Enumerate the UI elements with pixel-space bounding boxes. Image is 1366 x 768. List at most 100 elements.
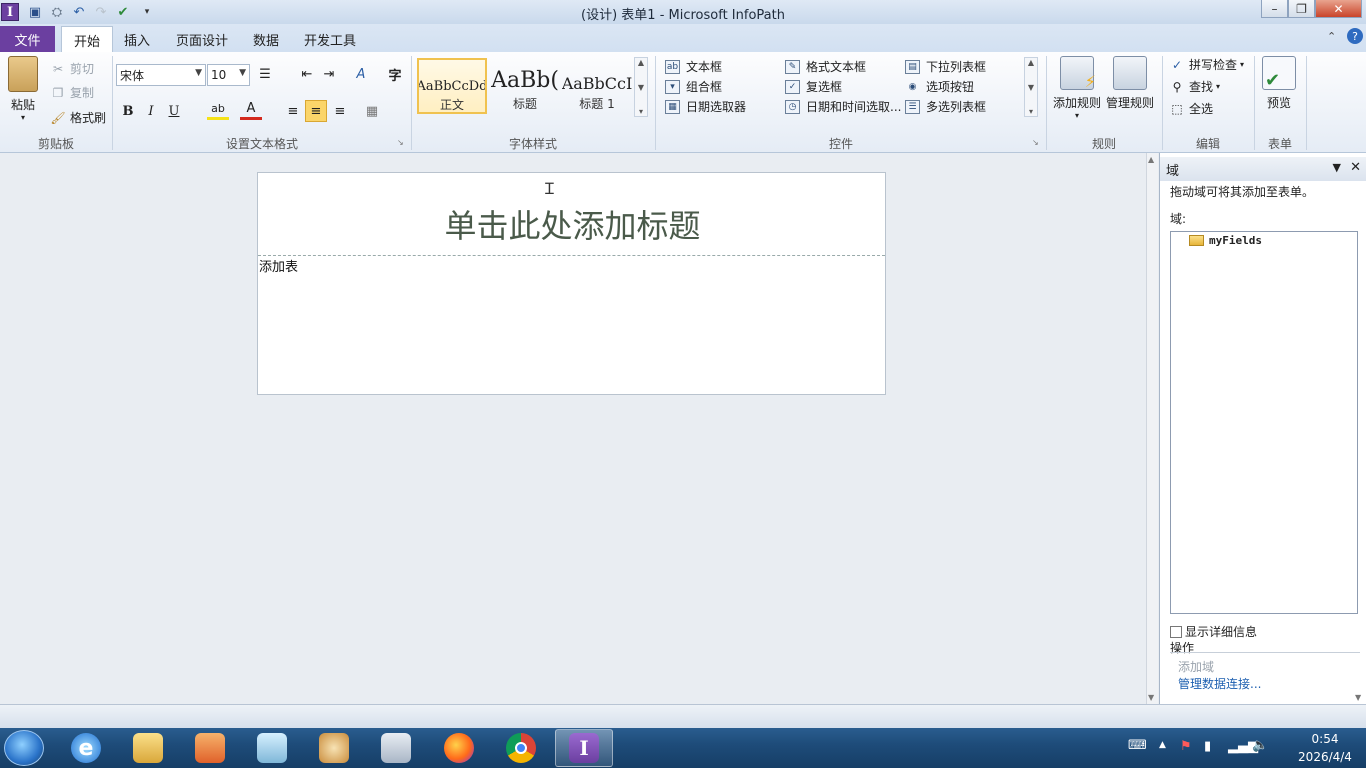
dialog-launcher-icon[interactable]: ↘: [1032, 138, 1039, 147]
controls-gallery-scroll[interactable]: ▲ ▼ ▾: [1024, 57, 1038, 117]
preview-button[interactable]: ✔ 预览: [1256, 56, 1302, 111]
control-option-button[interactable]: ◉ 选项按钮: [905, 78, 974, 95]
taskbar-calculator[interactable]: [367, 729, 425, 767]
chrome-icon: [506, 733, 536, 763]
control-datetime-picker[interactable]: ◷ 日期和时间选取...: [785, 98, 901, 115]
font-family-select[interactable]: 宋体 ▼: [116, 64, 206, 86]
collapse-ribbon-icon[interactable]: ⌃: [1327, 30, 1336, 43]
scroll-up-icon[interactable]: ▲: [1148, 155, 1154, 164]
section-divider: [258, 255, 885, 256]
rich-textbox-icon: ✎: [785, 59, 800, 74]
help-icon[interactable]: ?: [1347, 28, 1363, 44]
align-left-icon[interactable]: ≡: [282, 100, 304, 122]
taskbar-chrome[interactable]: [492, 729, 550, 767]
control-combo-box[interactable]: ▾ 组合框: [665, 78, 722, 95]
tab-insert[interactable]: 插入: [112, 26, 162, 52]
style-normal[interactable]: AaBbCcDd 正文: [417, 58, 487, 114]
pane-close-icon[interactable]: ✕: [1350, 160, 1361, 175]
start-button[interactable]: [4, 730, 44, 766]
scroll-down-icon[interactable]: ▼: [1148, 693, 1154, 702]
tab-data[interactable]: 数据: [241, 26, 291, 52]
control-multi-select-list[interactable]: ☰ 多选列表框: [905, 98, 986, 115]
style-title[interactable]: AaBb( 标题: [490, 59, 560, 115]
ribbon: 粘贴 ▾ ✂ 剪切 ❐ 复制 🖌 格式刷 剪贴板 宋体 ▼ 10 ▼ ☰ ⇤ ⇥ A 字 …: [0, 52, 1366, 153]
control-checkbox[interactable]: ✓ 复选框: [785, 78, 842, 95]
taskbar-media-player[interactable]: [181, 729, 239, 767]
taskbar-infopath[interactable]: I: [555, 729, 613, 767]
status-bar: [0, 704, 1366, 728]
italic-button[interactable]: I: [140, 100, 162, 122]
rules-group-label: 规则: [1091, 137, 1116, 151]
align-right-icon[interactable]: ≡: [329, 100, 351, 122]
keyboard-icon[interactable]: ⌨: [1128, 738, 1147, 753]
preview-icon: ✔: [1262, 56, 1296, 91]
network-error-icon[interactable]: ⚑: [1180, 739, 1192, 754]
brush-icon: 🖌: [50, 110, 66, 125]
pane-menu-icon[interactable]: ▼: [1333, 161, 1341, 174]
device-icon[interactable]: ▮: [1204, 739, 1211, 754]
close-button[interactable]: ✕: [1315, 0, 1362, 18]
form-title-placeholder[interactable]: 单击此处添加标题: [258, 201, 887, 247]
control-rich-textbox[interactable]: ✎ 格式文本框: [785, 58, 866, 75]
paint-icon: [319, 733, 349, 763]
format-painter-button[interactable]: 🖌 格式刷: [50, 109, 106, 126]
editing-group-label: 编辑: [1195, 137, 1220, 151]
style-heading-1[interactable]: AaBbCcI 标题 1: [562, 59, 632, 115]
increase-indent-icon[interactable]: ⇥: [318, 63, 340, 85]
tree-item-myfields[interactable]: myFields: [1189, 234, 1262, 247]
separator: [1306, 56, 1307, 150]
form-body-text[interactable]: 添加表: [259, 256, 298, 275]
add-rule-button[interactable]: ⚡ 添加规则 ▾: [1050, 56, 1104, 120]
control-date-picker[interactable]: ▦ 日期选取器: [665, 98, 746, 115]
manage-rules-button[interactable]: 管理规则: [1104, 56, 1156, 111]
copy-icon: ❐: [52, 85, 64, 100]
phonetic-button[interactable]: 字: [384, 63, 406, 85]
ie-icon: e: [71, 733, 101, 763]
workspace-scrollbar[interactable]: ▲ ▼: [1146, 153, 1158, 704]
minimize-button[interactable]: –: [1261, 0, 1288, 18]
bullets-icon[interactable]: ☰: [254, 63, 276, 85]
taskbar-paint[interactable]: [305, 729, 363, 767]
tab-developer[interactable]: 开发工具: [292, 26, 368, 52]
clock-date[interactable]: 2026/4/4: [1290, 750, 1360, 764]
taskbar-internet-explorer[interactable]: e: [57, 729, 115, 767]
decrease-indent-icon[interactable]: ⇤: [296, 63, 318, 85]
font-color-button[interactable]: A: [240, 100, 262, 120]
tab-page-design[interactable]: 页面设计: [164, 26, 240, 52]
highlight-button[interactable]: ab: [207, 100, 229, 120]
tab-home[interactable]: 开始: [61, 26, 114, 53]
taskbar-notes[interactable]: [243, 729, 301, 767]
scissors-icon: ✂: [52, 61, 64, 76]
find-button[interactable]: ⚲ 查找 ▾: [1169, 78, 1220, 95]
bold-button[interactable]: B: [117, 100, 139, 122]
binoculars-icon: ⚲: [1172, 79, 1182, 94]
align-center-icon[interactable]: ≡: [305, 100, 327, 122]
cut-button[interactable]: ✂ 剪切: [50, 60, 94, 77]
volume-icon[interactable]: 🔈: [1252, 738, 1268, 753]
tab-file[interactable]: 文件: [0, 26, 55, 52]
notes-icon: [257, 733, 287, 763]
underline-button[interactable]: U: [163, 100, 185, 122]
borders-icon[interactable]: ▦: [361, 100, 383, 122]
taskbar-firefox[interactable]: [430, 729, 488, 767]
control-textbox[interactable]: ab 文本框: [665, 58, 722, 75]
maximize-button[interactable]: ❐: [1288, 0, 1315, 18]
styles-gallery-scroll[interactable]: ▲ ▼ ▾: [634, 57, 648, 117]
copy-button[interactable]: ❐ 复制: [50, 84, 94, 101]
spell-check-button[interactable]: ✓ 拼写检查 ▾: [1169, 56, 1244, 73]
add-field-link[interactable]: 添加域: [1178, 658, 1214, 675]
clock-time[interactable]: 0:54: [1290, 732, 1360, 746]
manage-data-connections-link[interactable]: 管理数据连接...: [1178, 675, 1261, 692]
dialog-launcher-icon[interactable]: ↘: [397, 138, 404, 147]
font-size-select[interactable]: 10 ▼: [207, 64, 250, 86]
scroll-down-icon[interactable]: ▼: [1355, 693, 1361, 702]
show-details-checkbox[interactable]: 显示详细信息: [1170, 623, 1257, 640]
taskbar-file-explorer[interactable]: [119, 729, 177, 767]
form-canvas[interactable]: 单击此处添加标题 添加表: [257, 172, 886, 395]
show-hidden-icons[interactable]: ▲: [1159, 740, 1166, 750]
select-all-button[interactable]: ⬚ 全选: [1169, 100, 1213, 117]
fields-tree[interactable]: myFields: [1170, 231, 1358, 614]
paste-button[interactable]: 粘贴 ▾: [0, 56, 46, 122]
control-dropdown-list[interactable]: ▤ 下拉列表框: [905, 58, 986, 75]
clear-format-icon[interactable]: A: [350, 63, 372, 85]
